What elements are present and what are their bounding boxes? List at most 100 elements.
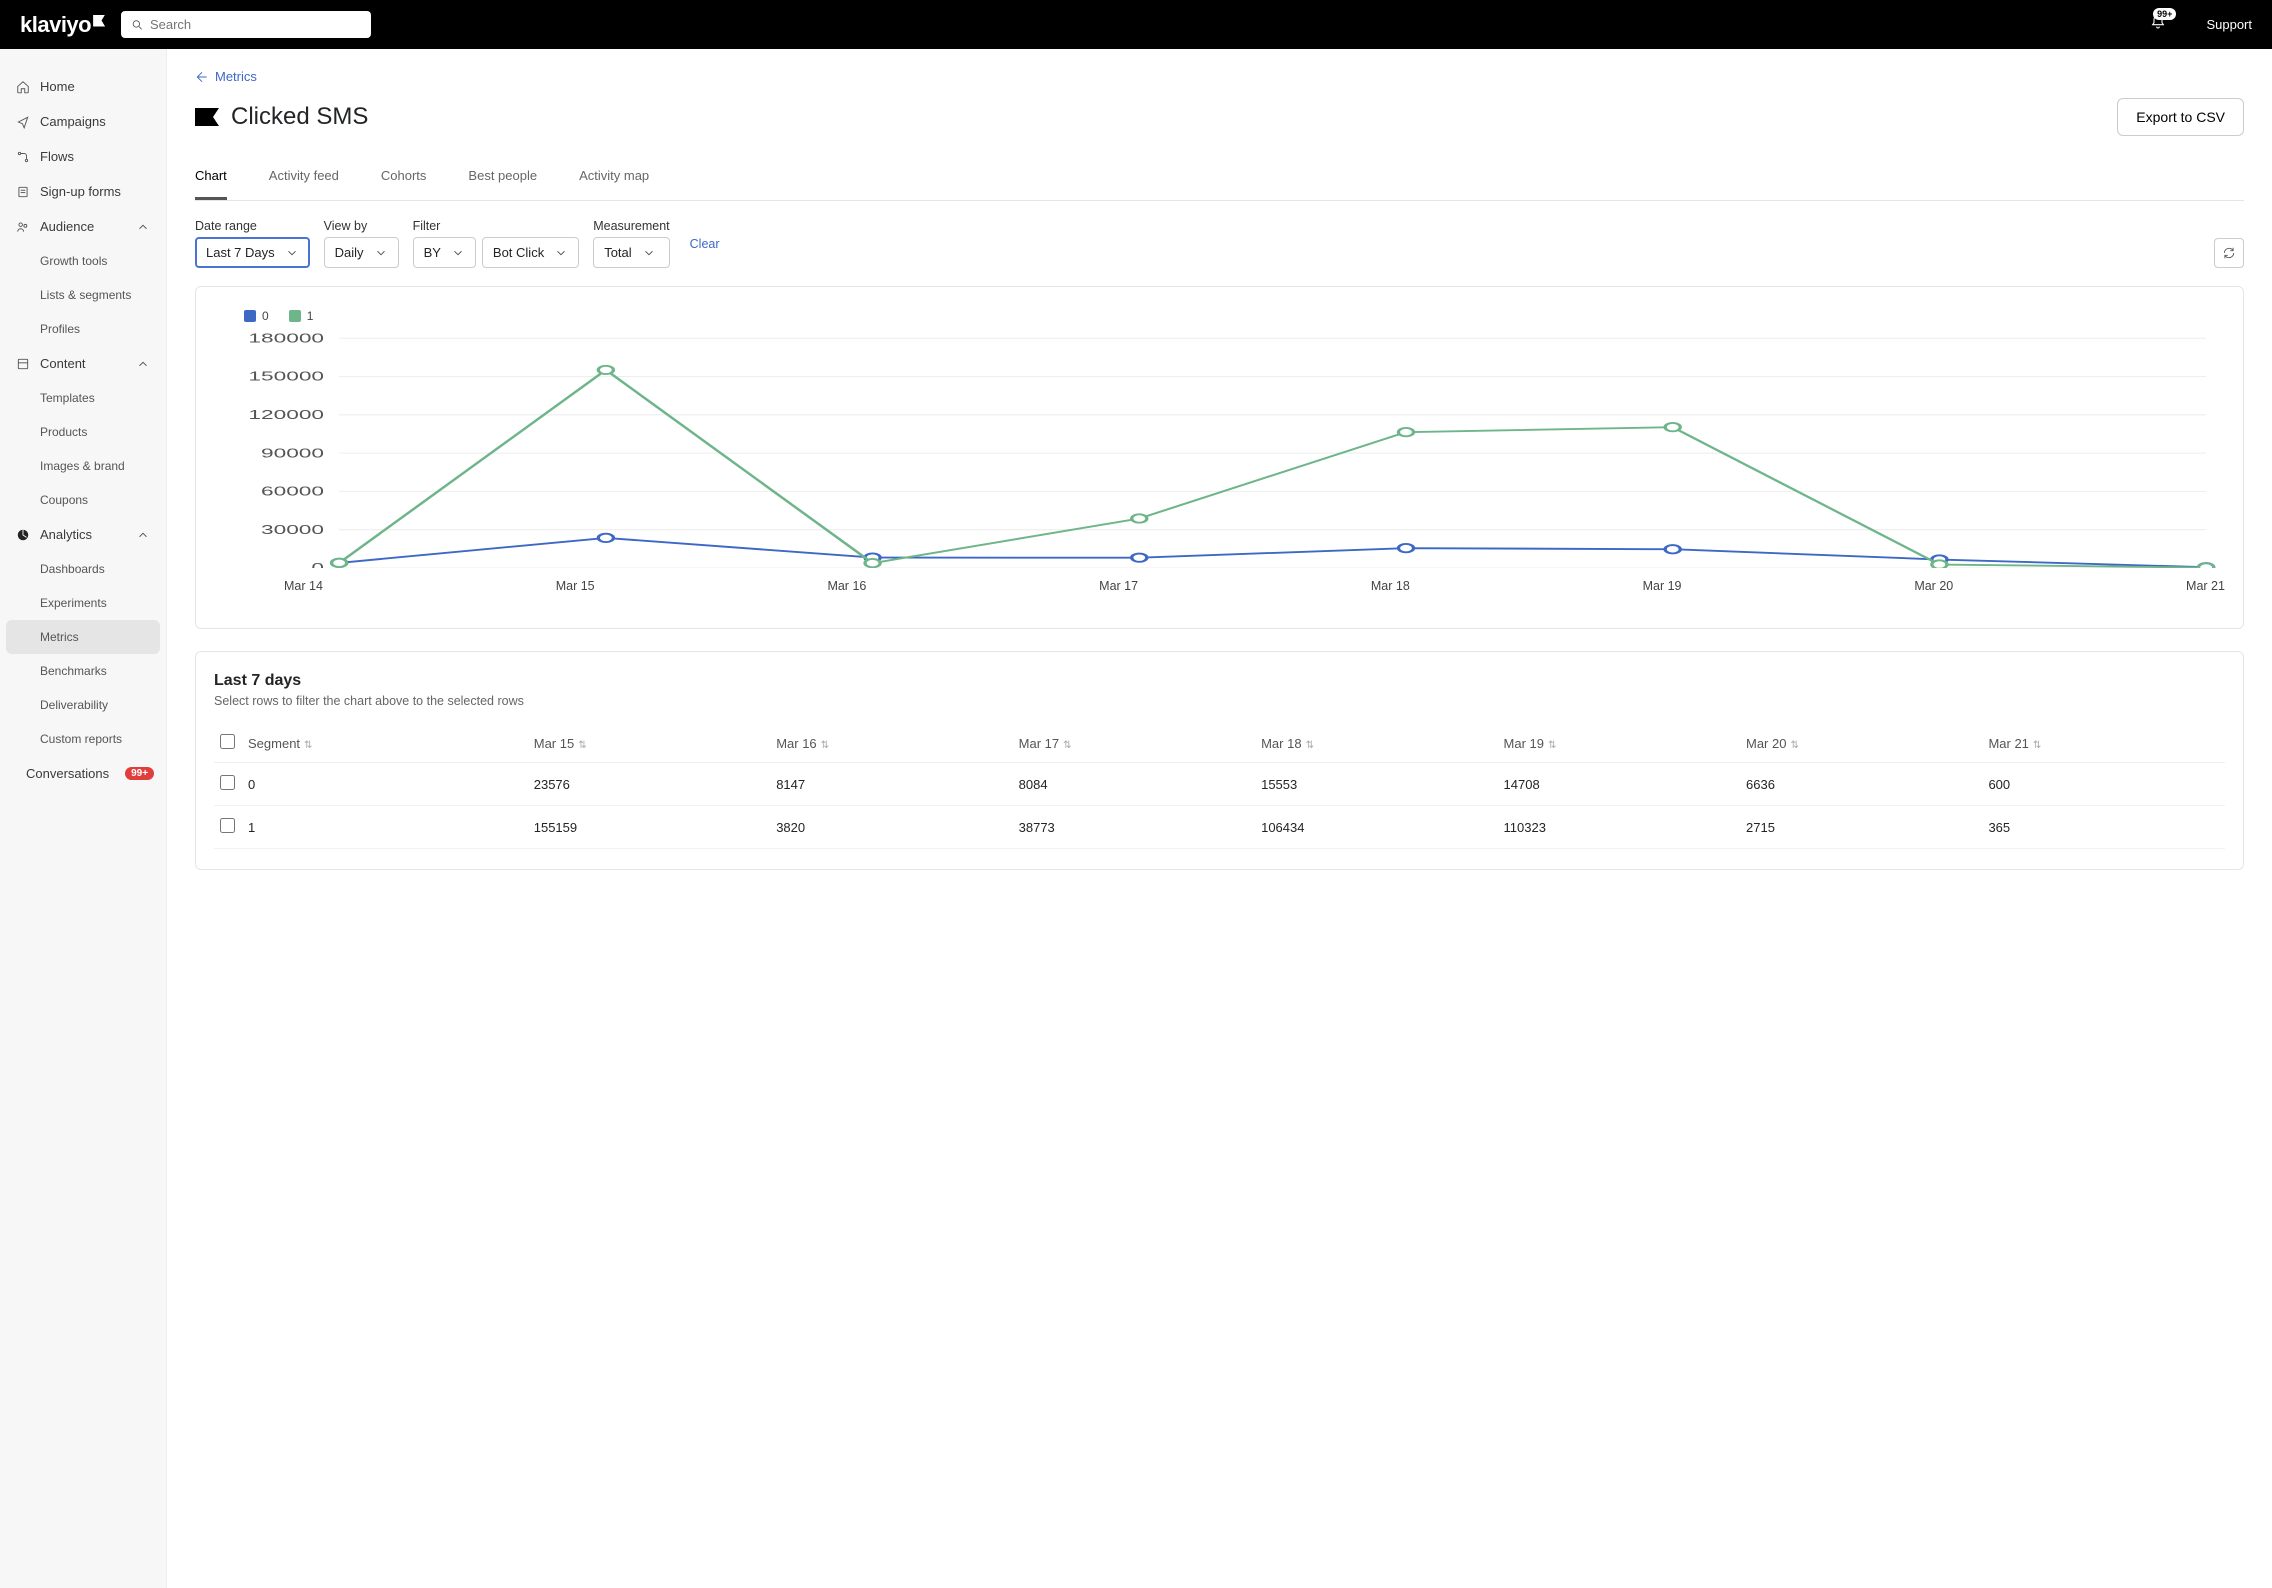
support-link[interactable]: Support [2206, 17, 2252, 32]
sidebar-item-templates[interactable]: Templates [0, 381, 166, 415]
chart-x-labels: Mar 14Mar 15Mar 16Mar 17Mar 18Mar 19Mar … [222, 573, 2225, 593]
filter-value-dropdown[interactable]: Bot Click [482, 237, 579, 268]
data-cell: 600 [1982, 763, 2225, 806]
refresh-icon [2222, 246, 2236, 260]
measurement-label: Measurement [593, 219, 669, 233]
tab-best-people[interactable]: Best people [468, 158, 537, 200]
sidebar-item-audience[interactable]: Audience [0, 209, 166, 244]
x-axis-label: Mar 15 [556, 579, 595, 593]
tab-chart[interactable]: Chart [195, 158, 227, 200]
search-icon [131, 18, 144, 32]
sort-icon: ⇅ [1548, 740, 1556, 751]
sidebar-item-dashboards[interactable]: Dashboards [0, 552, 166, 586]
sidebar-item-label: Flows [40, 149, 74, 164]
analytics-icon [16, 528, 30, 542]
chevron-down-icon [374, 246, 388, 260]
sidebar-item-label: Custom reports [40, 732, 122, 746]
search-box[interactable] [121, 11, 371, 38]
tab-cohorts[interactable]: Cohorts [381, 158, 427, 200]
x-axis-label: Mar 18 [1371, 579, 1410, 593]
tab-activity-feed[interactable]: Activity feed [269, 158, 339, 200]
sidebar-item-label: Audience [40, 219, 94, 234]
segment-cell: 0 [242, 763, 528, 806]
content-icon [16, 357, 30, 371]
svg-text:90000: 90000 [261, 446, 324, 460]
tab-activity-map[interactable]: Activity map [579, 158, 649, 200]
sidebar-item-flows[interactable]: Flows [0, 139, 166, 174]
svg-text:120000: 120000 [248, 407, 324, 421]
x-axis-label: Mar 19 [1643, 579, 1682, 593]
data-cell: 2715 [1740, 806, 1982, 849]
chevron-down-icon [285, 246, 299, 260]
chevron-down-icon [642, 246, 656, 260]
column-header[interactable]: Mar 16⇅ [770, 724, 1012, 763]
clear-filters-link[interactable]: Clear [690, 237, 720, 251]
row-checkbox[interactable] [220, 775, 235, 790]
chevron-down-icon [451, 246, 465, 260]
select-all-checkbox[interactable] [220, 734, 235, 749]
data-cell: 38773 [1013, 806, 1255, 849]
sidebar-item-label: Campaigns [40, 114, 106, 129]
send-icon [16, 115, 30, 129]
sidebar-item-images-brand[interactable]: Images & brand [0, 449, 166, 483]
column-header[interactable]: Segment⇅ [242, 724, 528, 763]
sidebar-item-conversations[interactable]: Conversations99+ [0, 756, 166, 791]
sidebar-item-products[interactable]: Products [0, 415, 166, 449]
column-header[interactable]: Mar 19⇅ [1498, 724, 1740, 763]
tabs: Chart Activity feed Cohorts Best people Acti… [195, 158, 2244, 201]
table-row: 0235768147808415553147086636600 [214, 763, 2225, 806]
sidebar-item-label: Home [40, 79, 75, 94]
sort-icon: ⇅ [578, 740, 586, 751]
sidebar-item-coupons[interactable]: Coupons [0, 483, 166, 517]
legend-item: 1 [289, 309, 314, 323]
sidebar-item-benchmarks[interactable]: Benchmarks [0, 654, 166, 688]
data-cell: 15553 [1255, 763, 1497, 806]
view-by-dropdown[interactable]: Daily [324, 237, 399, 268]
sidebar-item-label: Products [40, 425, 87, 439]
sort-icon: ⇅ [2033, 740, 2041, 751]
column-header[interactable]: Mar 18⇅ [1255, 724, 1497, 763]
sidebar-item-lists-segments[interactable]: Lists & segments [0, 278, 166, 312]
sidebar-item-deliverability[interactable]: Deliverability [0, 688, 166, 722]
row-checkbox[interactable] [220, 818, 235, 833]
filter-by-dropdown[interactable]: BY [413, 237, 476, 268]
sort-icon: ⇅ [304, 740, 312, 751]
chevron-up-icon [136, 220, 150, 234]
back-to-metrics-link[interactable]: Metrics [195, 69, 2244, 84]
sidebar-item-analytics[interactable]: Analytics [0, 517, 166, 552]
x-axis-label: Mar 21 [2186, 579, 2225, 593]
column-header[interactable]: Mar 15⇅ [528, 724, 770, 763]
segment-cell: 1 [242, 806, 528, 849]
sort-icon: ⇅ [1063, 740, 1071, 751]
column-header[interactable]: Mar 17⇅ [1013, 724, 1255, 763]
legend-swatch [289, 310, 301, 322]
data-cell: 365 [1982, 806, 2225, 849]
audience-icon [16, 220, 30, 234]
data-cell: 3820 [770, 806, 1012, 849]
sidebar-item-custom-reports[interactable]: Custom reports [0, 722, 166, 756]
data-cell: 14708 [1498, 763, 1740, 806]
column-header[interactable]: Mar 21⇅ [1982, 724, 2225, 763]
sidebar-item-sign-up-forms[interactable]: Sign-up forms [0, 174, 166, 209]
column-header[interactable]: Mar 20⇅ [1740, 724, 1982, 763]
top-bar: klaviyo 99+ Support [0, 0, 2272, 49]
table-subtitle: Select rows to filter the chart above to… [214, 694, 2225, 708]
search-input[interactable] [150, 17, 361, 32]
svg-text:60000: 60000 [261, 484, 324, 498]
export-csv-button[interactable]: Export to CSV [2117, 98, 2244, 136]
sidebar-item-label: Coupons [40, 493, 88, 507]
date-range-dropdown[interactable]: Last 7 Days [195, 237, 310, 268]
sidebar-item-metrics[interactable]: Metrics [6, 620, 160, 654]
sidebar-item-home[interactable]: Home [0, 69, 166, 104]
sidebar-item-label: Sign-up forms [40, 184, 121, 199]
sidebar-item-content[interactable]: Content [0, 346, 166, 381]
sidebar-item-growth-tools[interactable]: Growth tools [0, 244, 166, 278]
sidebar-item-label: Dashboards [40, 562, 105, 576]
logo-flag-icon [93, 15, 105, 27]
refresh-button[interactable] [2214, 238, 2244, 268]
sidebar-item-profiles[interactable]: Profiles [0, 312, 166, 346]
notifications-button[interactable]: 99+ [2150, 14, 2166, 35]
sidebar-item-campaigns[interactable]: Campaigns [0, 104, 166, 139]
sidebar-item-experiments[interactable]: Experiments [0, 586, 166, 620]
measurement-dropdown[interactable]: Total [593, 237, 669, 268]
